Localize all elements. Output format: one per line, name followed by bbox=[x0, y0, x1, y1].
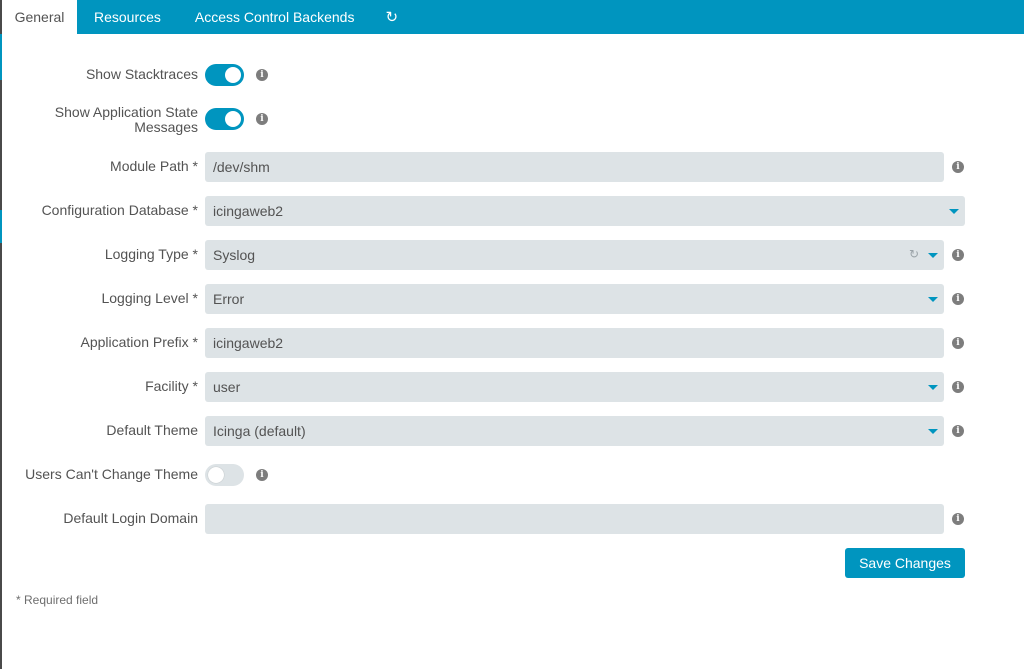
logging-level-value: Error bbox=[213, 291, 245, 307]
tab-resources[interactable]: Resources bbox=[77, 0, 178, 34]
row-default-login-domain: Default Login Domain i bbox=[0, 504, 1024, 534]
toggle-knob bbox=[208, 467, 224, 483]
tab-general[interactable]: General bbox=[2, 0, 77, 34]
default-theme-select[interactable]: Icinga (default) bbox=[205, 416, 944, 446]
config-db-select[interactable]: icingaweb2 bbox=[205, 196, 965, 226]
refresh-icon[interactable]: ↻ bbox=[371, 0, 412, 34]
row-default-theme: Default Theme Icinga (default) i bbox=[0, 416, 1024, 446]
toggle-knob bbox=[225, 111, 241, 127]
save-changes-button[interactable]: Save Changes bbox=[845, 548, 965, 578]
row-config-db: Configuration Database * icingaweb2 bbox=[0, 196, 1024, 226]
info-icon[interactable]: i bbox=[952, 161, 964, 173]
facility-select[interactable]: user bbox=[205, 372, 944, 402]
config-db-label: Configuration Database * bbox=[41, 202, 198, 218]
app-prefix-label: Application Prefix * bbox=[80, 334, 198, 350]
config-db-value: icingaweb2 bbox=[213, 203, 284, 219]
chevron-down-icon bbox=[928, 297, 938, 302]
chevron-down-icon bbox=[949, 209, 959, 214]
info-icon[interactable]: i bbox=[952, 249, 964, 261]
default-login-domain-input[interactable] bbox=[205, 504, 944, 534]
logging-type-select[interactable]: Syslog ↻ bbox=[205, 240, 944, 270]
module-path-label: Module Path * bbox=[110, 158, 198, 174]
info-icon[interactable]: i bbox=[952, 337, 964, 349]
users-cant-change-theme-label: Users Can't Change Theme bbox=[25, 466, 198, 482]
logging-level-label: Logging Level * bbox=[101, 290, 198, 306]
show-app-state-label: Show Application State Messages bbox=[54, 104, 198, 135]
row-app-prefix: Application Prefix * icingaweb2 i bbox=[0, 328, 1024, 358]
tab-access-control-backends[interactable]: Access Control Backends bbox=[178, 0, 372, 34]
chevron-down-icon bbox=[928, 253, 938, 258]
info-icon[interactable]: i bbox=[256, 69, 268, 81]
row-logging-level: Logging Level * Error i bbox=[0, 284, 1024, 314]
default-theme-value: Icinga (default) bbox=[213, 423, 306, 439]
row-logging-type: Logging Type * Syslog ↻ i bbox=[0, 240, 1024, 270]
chevron-down-icon bbox=[928, 429, 938, 434]
info-icon[interactable]: i bbox=[952, 381, 964, 393]
row-module-path: Module Path * /dev/shm i bbox=[0, 152, 1024, 182]
show-app-state-toggle[interactable] bbox=[205, 108, 244, 130]
autosubmit-reload-icon: ↻ bbox=[908, 247, 919, 261]
users-cant-change-theme-toggle[interactable] bbox=[205, 464, 244, 486]
info-icon[interactable]: i bbox=[952, 425, 964, 437]
app-prefix-input[interactable]: icingaweb2 bbox=[205, 328, 944, 358]
toggle-knob bbox=[225, 67, 241, 83]
info-icon[interactable]: i bbox=[256, 469, 268, 481]
tab-bar: General Resources Access Control Backend… bbox=[2, 0, 1024, 34]
module-path-input[interactable]: /dev/shm bbox=[205, 152, 944, 182]
show-stacktraces-toggle[interactable] bbox=[205, 64, 244, 86]
logging-level-select[interactable]: Error bbox=[205, 284, 944, 314]
row-users-cant-change-theme: Users Can't Change Theme i bbox=[0, 463, 1024, 487]
row-show-app-state: Show Application State Messages i bbox=[0, 105, 1024, 137]
info-icon[interactable]: i bbox=[952, 513, 964, 525]
module-path-value: /dev/shm bbox=[213, 159, 270, 175]
show-stacktraces-label: Show Stacktraces bbox=[85, 66, 198, 82]
required-field-note: * Required field bbox=[16, 593, 99, 607]
row-show-stacktraces: Show Stacktraces i bbox=[0, 63, 1024, 87]
default-login-domain-label: Default Login Domain bbox=[63, 510, 198, 526]
default-theme-label: Default Theme bbox=[106, 422, 198, 438]
facility-value: user bbox=[213, 379, 241, 395]
app-prefix-value: icingaweb2 bbox=[213, 335, 284, 351]
row-facility: Facility * user i bbox=[0, 372, 1024, 402]
chevron-down-icon bbox=[928, 385, 938, 390]
logging-type-value: Syslog bbox=[213, 247, 256, 263]
info-icon[interactable]: i bbox=[256, 113, 268, 125]
facility-label: Facility * bbox=[145, 378, 198, 394]
info-icon[interactable]: i bbox=[952, 293, 964, 305]
logging-type-label: Logging Type * bbox=[104, 246, 198, 262]
